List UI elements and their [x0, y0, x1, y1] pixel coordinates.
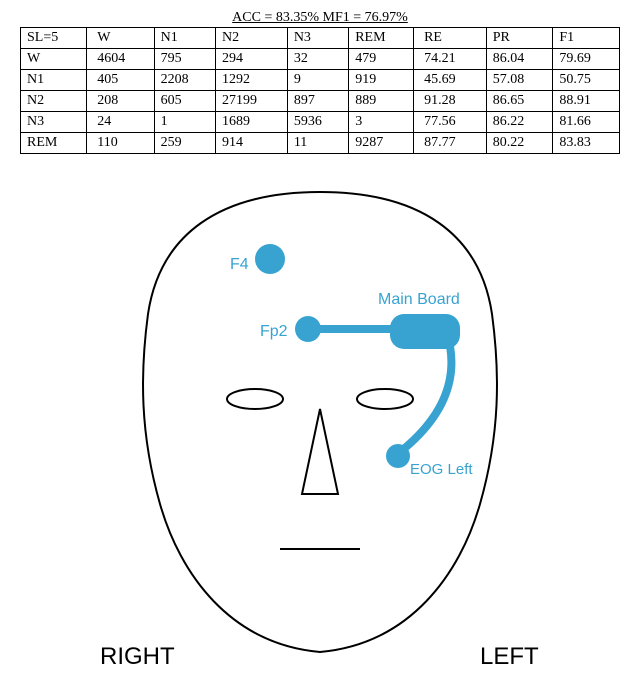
face-electrode-diagram: F4 Fp2 Main Board EOG Left RIGHT LEFT [40, 174, 600, 674]
fp2-electrode-icon [295, 316, 321, 342]
fp2-label: Fp2 [260, 323, 288, 340]
face-outline-icon [143, 192, 497, 652]
row-label: W [21, 49, 87, 70]
f4-electrode-icon [255, 244, 285, 274]
col-re: RE [414, 28, 487, 49]
f4-label: F4 [230, 256, 249, 273]
table-row: N1 405 2208 1292 9 919 45.69 57.08 50.75 [21, 70, 620, 91]
left-eye-icon [357, 389, 413, 409]
confusion-matrix-table: SL=5 W N1 N2 N3 REM RE PR F1 W 4604 795 … [20, 27, 620, 154]
left-label: LEFT [480, 643, 539, 670]
main-board-icon [390, 314, 460, 349]
table-header-row: SL=5 W N1 N2 N3 REM RE PR F1 [21, 28, 620, 49]
row-label: N1 [21, 70, 87, 91]
row-label: REM [21, 133, 87, 154]
right-eye-icon [227, 389, 283, 409]
col-rem: REM [349, 28, 414, 49]
col-n1: N1 [154, 28, 215, 49]
col-n3: N3 [287, 28, 348, 49]
col-sl: SL=5 [21, 28, 87, 49]
table-row: W 4604 795 294 32 479 74.21 86.04 79.69 [21, 49, 620, 70]
eog-left-label: EOG Left [410, 461, 473, 478]
nose-icon [302, 409, 338, 494]
table-row: N2 208 605 27199 897 889 91.28 86.65 88.… [21, 91, 620, 112]
table-row: REM 110 259 914 11 9287 87.77 80.22 83.8… [21, 133, 620, 154]
row-label: N2 [21, 91, 87, 112]
table-row: N3 24 1 1689 5936 3 77.56 86.22 81.66 [21, 112, 620, 133]
col-f1: F1 [553, 28, 620, 49]
right-label: RIGHT [100, 643, 175, 670]
metrics-header: ACC = 83.35% MF1 = 76.97% [10, 10, 630, 26]
main-board-label: Main Board [378, 291, 460, 308]
wire-board-eog-icon [400, 346, 451, 452]
col-w: W [87, 28, 154, 49]
col-n2: N2 [215, 28, 287, 49]
eog-left-electrode-icon [386, 444, 410, 468]
row-label: N3 [21, 112, 87, 133]
col-pr: PR [486, 28, 553, 49]
